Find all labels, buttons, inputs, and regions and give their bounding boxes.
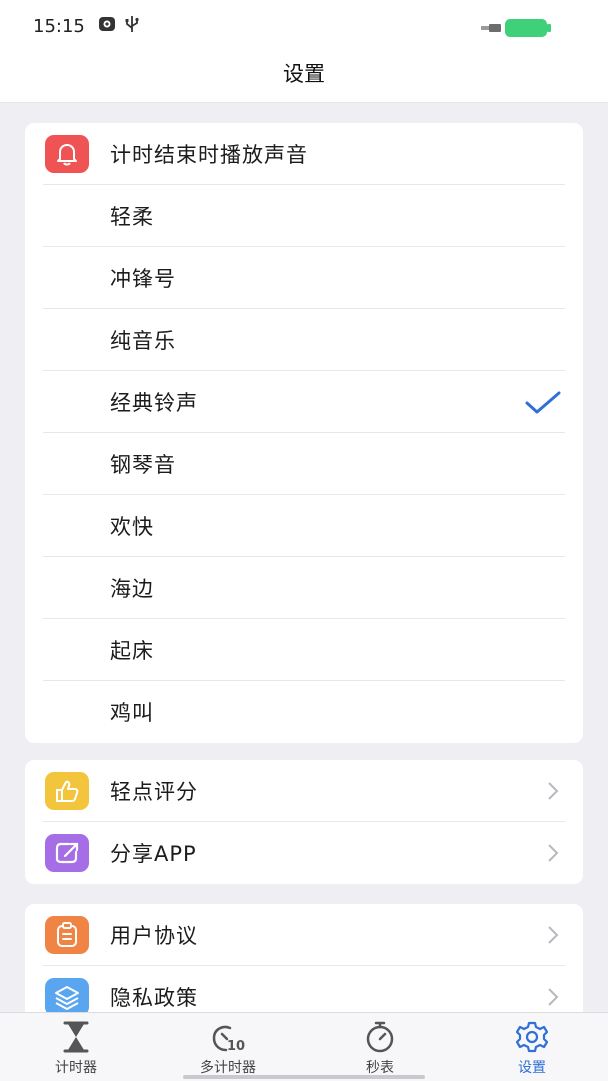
sound-settings-card: 计时结束时播放声音 轻柔 冲锋号 纯音乐 经典铃声 钢琴音 欢快 海边 起床 鸡… xyxy=(25,123,583,743)
sound-option-piano[interactable]: 钢琴音 xyxy=(25,433,583,495)
home-indicator[interactable] xyxy=(183,1075,425,1079)
user-agreement-label: 用户协议 xyxy=(110,924,198,948)
share-app-row[interactable]: 分享APP xyxy=(25,822,583,884)
page-title: 设置 xyxy=(283,62,325,86)
sound-option-seaside[interactable]: 海边 xyxy=(25,557,583,619)
sound-option-classic-ringtone[interactable]: 经典铃声 xyxy=(25,371,583,433)
tab-multi-timer[interactable]: 10 多计时器 xyxy=(152,1013,304,1081)
tab-label: 秒表 xyxy=(366,1060,394,1076)
sound-option-bugle[interactable]: 冲锋号 xyxy=(25,247,583,309)
rate-app-label: 轻点评分 xyxy=(110,780,198,804)
media-projection-icon xyxy=(99,17,115,31)
battery-charging-icon xyxy=(481,19,551,37)
sound-option-label: 起床 xyxy=(110,639,154,663)
sound-option-label: 钢琴音 xyxy=(110,453,176,477)
tab-label: 多计时器 xyxy=(200,1060,256,1076)
sound-option-label: 鸡叫 xyxy=(110,701,154,725)
bell-icon xyxy=(45,135,89,173)
sound-option-rooster[interactable]: 鸡叫 xyxy=(25,681,583,743)
usb-icon xyxy=(125,16,139,32)
sound-option-label: 欢快 xyxy=(110,515,154,539)
tab-bar: 计时器 10 多计时器 秒表 设置 xyxy=(0,1012,608,1081)
user-agreement-row[interactable]: 用户协议 xyxy=(25,904,583,966)
sound-option-gentle[interactable]: 轻柔 xyxy=(25,185,583,247)
layers-icon xyxy=(45,978,89,1016)
thumbs-up-icon xyxy=(45,772,89,810)
legal-card: 用户协议 隐私政策 xyxy=(25,904,583,1028)
sound-option-label: 冲锋号 xyxy=(110,267,176,291)
chevron-right-icon xyxy=(548,988,559,1006)
svg-text:10: 10 xyxy=(227,1039,245,1054)
sound-section-header: 计时结束时播放声音 xyxy=(25,123,583,185)
actions-card: 轻点评分 分享APP xyxy=(25,760,583,884)
chevron-right-icon xyxy=(548,782,559,800)
stopwatch-icon xyxy=(366,1021,394,1053)
nav-bar: 设置 xyxy=(0,54,608,103)
tab-settings[interactable]: 设置 xyxy=(456,1013,608,1081)
sound-option-pure-music[interactable]: 纯音乐 xyxy=(25,309,583,371)
chevron-right-icon xyxy=(548,844,559,862)
share-icon xyxy=(45,834,89,872)
gear-icon xyxy=(515,1021,549,1053)
tab-label: 计时器 xyxy=(55,1060,97,1076)
hourglass-icon xyxy=(63,1021,89,1053)
multi-timer-icon: 10 xyxy=(212,1025,245,1054)
sound-option-wake-up[interactable]: 起床 xyxy=(25,619,583,681)
clipboard-icon xyxy=(45,916,89,954)
status-time: 15:15 xyxy=(33,16,85,37)
sound-option-cheerful[interactable]: 欢快 xyxy=(25,495,583,557)
sound-section-title: 计时结束时播放声音 xyxy=(110,143,308,167)
share-app-label: 分享APP xyxy=(110,842,197,866)
checkmark-icon xyxy=(525,391,561,414)
privacy-policy-label: 隐私政策 xyxy=(110,986,198,1010)
chevron-right-icon xyxy=(548,926,559,944)
tab-stopwatch[interactable]: 秒表 xyxy=(304,1013,456,1081)
sound-option-label: 海边 xyxy=(110,577,154,601)
tab-label: 设置 xyxy=(518,1060,546,1076)
rate-app-row[interactable]: 轻点评分 xyxy=(25,760,583,822)
sound-option-label: 轻柔 xyxy=(110,205,154,229)
status-bar: 15:15 xyxy=(0,0,608,54)
sound-option-label: 经典铃声 xyxy=(110,391,198,415)
sound-option-label: 纯音乐 xyxy=(110,329,176,353)
tab-timer[interactable]: 计时器 xyxy=(0,1013,152,1081)
